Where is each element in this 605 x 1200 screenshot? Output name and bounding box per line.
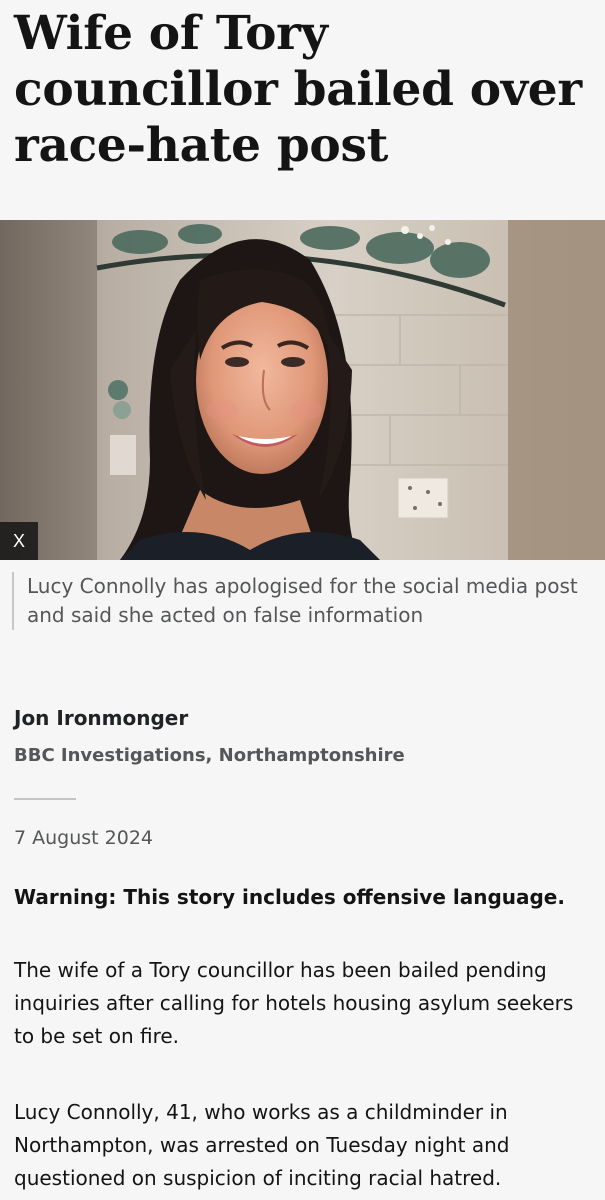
body-paragraph: Lucy Connolly, 41, who works as a childm…	[14, 1100, 510, 1190]
body-paragraph: The wife of a Tory councillor has been b…	[14, 958, 574, 1048]
article-page: Wife of Tory councillor bailed over race…	[0, 0, 605, 1200]
author-role: BBC Investigations, Northamptonshire	[14, 745, 405, 766]
lead-image	[0, 220, 605, 560]
content-warning: Warning: This story includes offensive l…	[14, 885, 565, 909]
headline: Wife of Tory councillor bailed over race…	[14, 6, 582, 173]
image-caption: Lucy Connolly has apologised for the soc…	[12, 572, 602, 630]
portrait-photo	[0, 220, 605, 560]
byline-divider	[14, 798, 76, 800]
publish-date: 7 August 2024	[14, 827, 154, 849]
close-icon[interactable]: X	[0, 522, 38, 560]
author-name: Jon Ironmonger	[14, 706, 189, 730]
